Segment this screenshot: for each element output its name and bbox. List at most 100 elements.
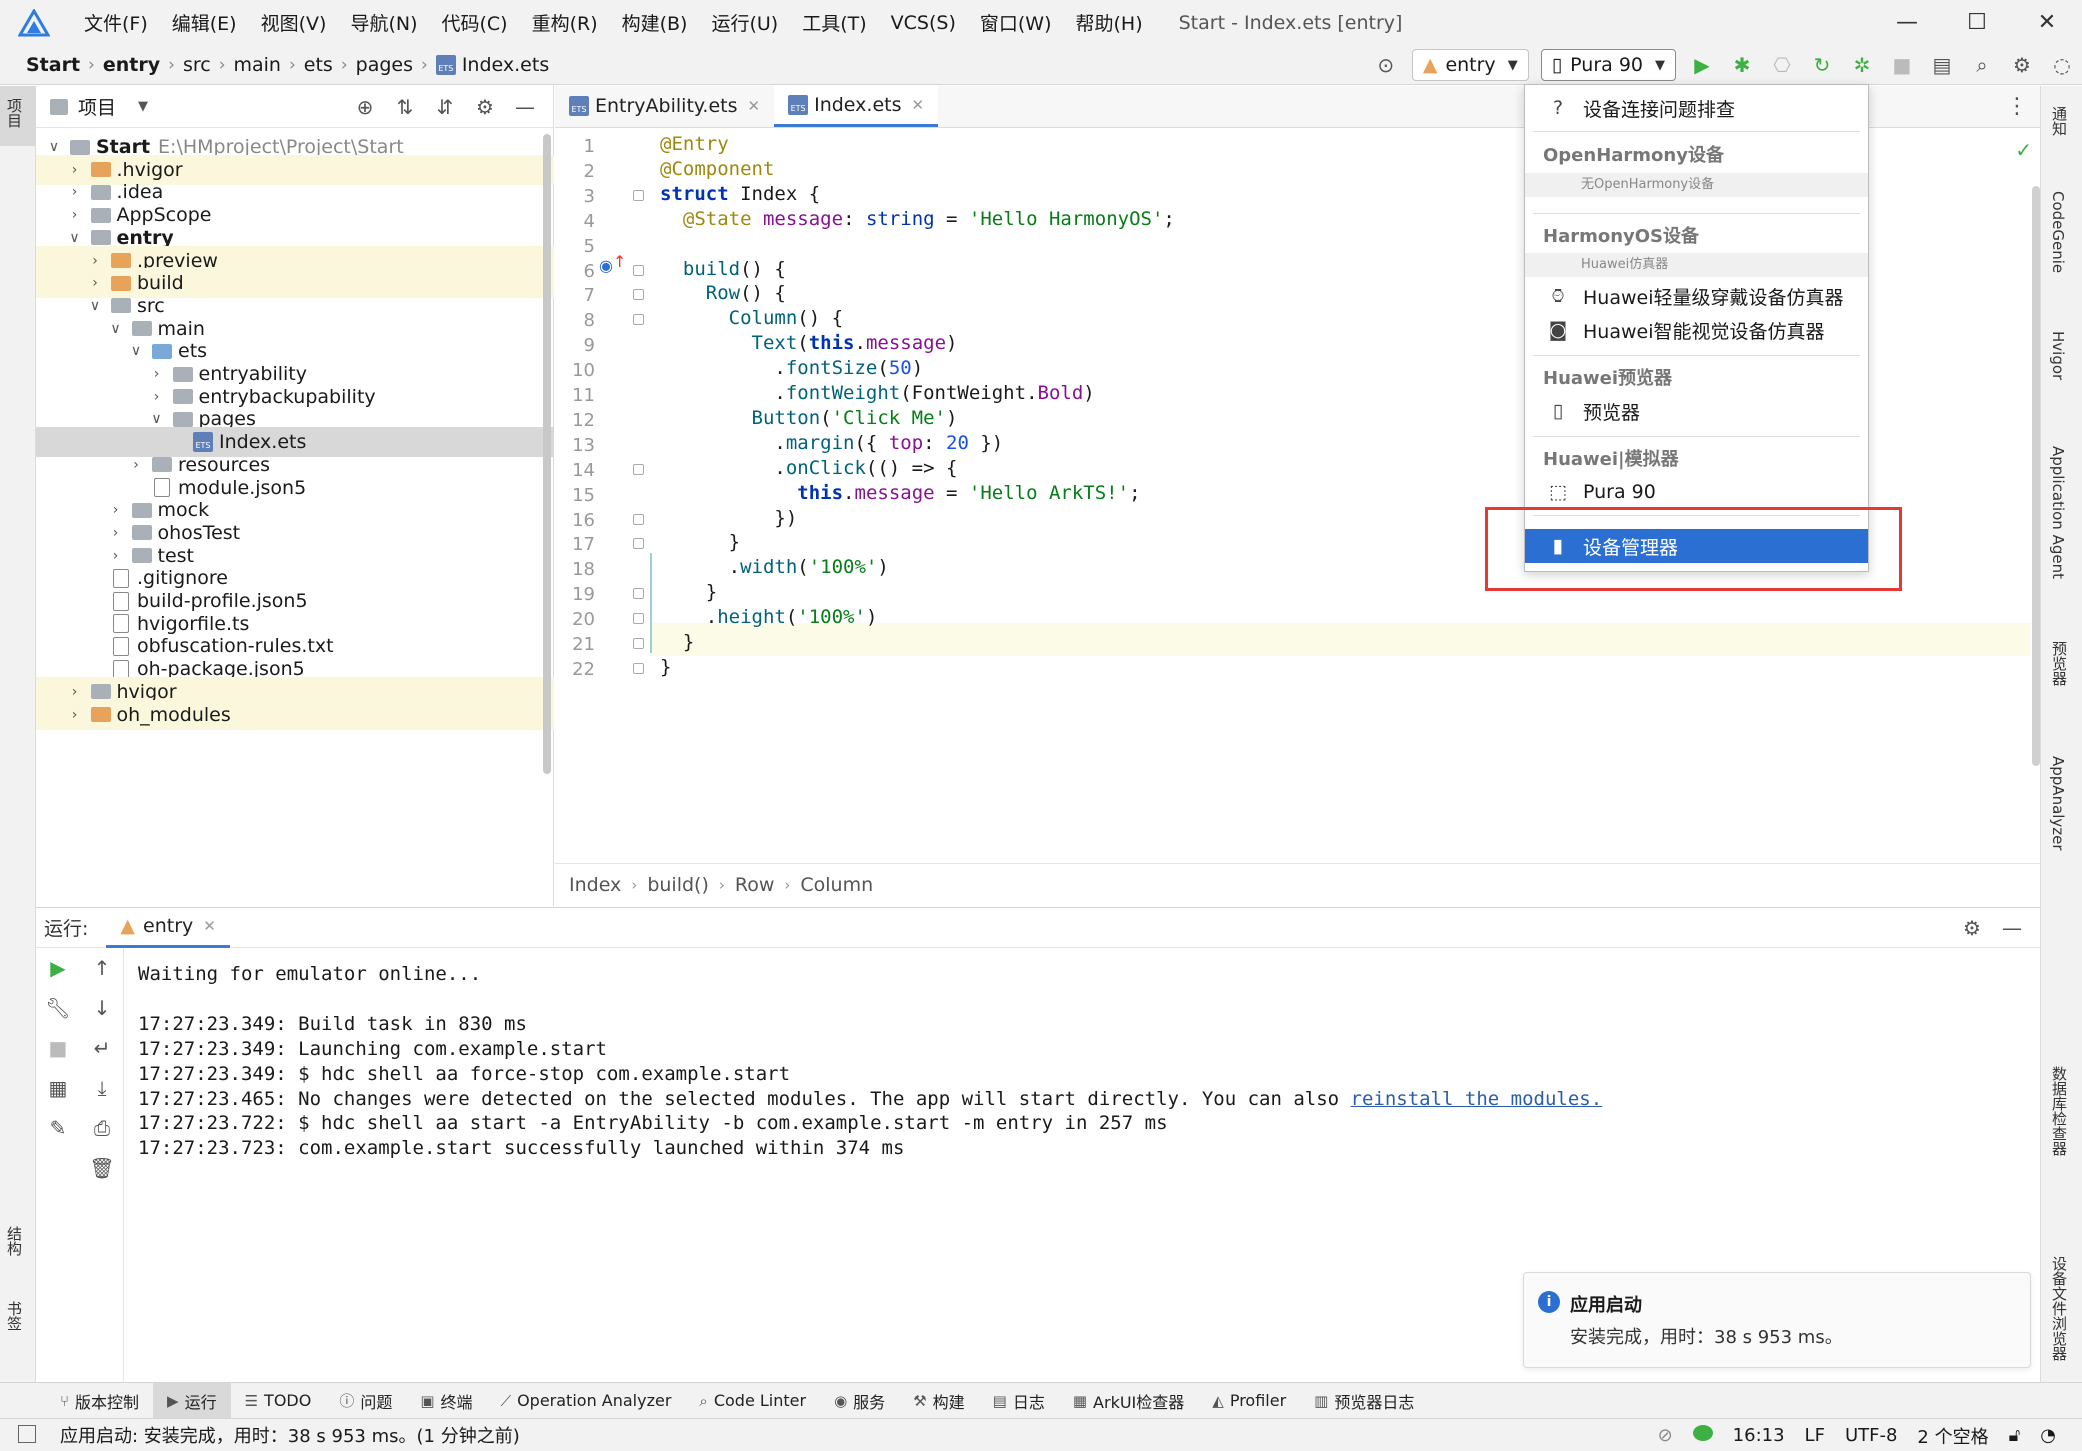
pura-90-item[interactable]: ⬚ Pura 90 [1525, 475, 1868, 509]
right-tool-tab[interactable]: 预览器 [2049, 641, 2070, 686]
account-icon[interactable]: ◌ [2042, 45, 2082, 85]
arrow-down-icon[interactable]: ↓ [80, 988, 124, 1028]
menu-item[interactable]: 运行(U) [699, 9, 790, 36]
chevron-down-icon[interactable]: ∨ [44, 139, 64, 155]
collapse-all-icon[interactable]: ⇵ [425, 95, 465, 119]
scroll-to-end-icon[interactable]: ⤓ [80, 1068, 124, 1108]
chevron-right-icon[interactable]: › [126, 457, 146, 473]
menu-item[interactable]: 导航(N) [338, 9, 429, 36]
line-ending[interactable]: LF [1795, 1425, 1835, 1446]
pin-icon[interactable]: ✎ [36, 1108, 80, 1148]
right-tool-tab[interactable]: AppAnalyzer [2049, 756, 2067, 851]
gear-icon[interactable]: ⚙ [465, 95, 505, 119]
fold-icon[interactable] [633, 538, 644, 550]
project-tool-tab[interactable]: 项目 [4, 98, 25, 128]
editor-breadcrumb-item[interactable]: Column [800, 874, 873, 896]
caret-position[interactable]: 16:13 [1723, 1425, 1795, 1446]
breadcrumb-file[interactable]: ETS Index.ets [430, 54, 555, 76]
chevron-down-icon[interactable]: ∨ [65, 230, 85, 246]
chevron-right-icon[interactable]: › [106, 548, 126, 564]
menu-item[interactable]: 重构(R) [520, 9, 610, 36]
fold-icon[interactable] [633, 289, 644, 301]
expand-all-icon[interactable]: ⇅ [385, 95, 425, 119]
vision-simulator-item[interactable]: ◙ Huawei智能视觉设备仿真器 [1525, 313, 1868, 347]
arrow-up-icon[interactable]: ↑ [80, 948, 124, 988]
module-combo[interactable]: ▲ entry ▼ [1411, 49, 1529, 81]
tool-window-button[interactable]: ▦ ArkUI检查器 [1059, 1383, 1198, 1419]
more-icon[interactable]: ⋮ [2006, 94, 2028, 119]
power-save-icon[interactable]: ⊘ [1648, 1425, 1683, 1446]
breadcrumb-pages[interactable]: pages [350, 54, 419, 76]
chevron-right-icon[interactable]: › [106, 525, 126, 541]
menu-item[interactable]: 编辑(E) [160, 9, 249, 36]
search-icon[interactable]: ⌕ [1962, 45, 2002, 85]
chevron-right-icon[interactable]: › [65, 184, 85, 200]
structure-tool-tab[interactable]: 结构 [4, 1226, 25, 1256]
chevron-down-icon[interactable]: ▼ [138, 99, 148, 114]
tool-window-button[interactable]: ▥ 预览器日志 [1300, 1383, 1428, 1419]
menu-item[interactable]: VCS(S) [879, 12, 968, 34]
right-tool-tab[interactable]: CodeGenie [2049, 191, 2067, 273]
profile-icon[interactable]: ✲ [1842, 45, 1882, 85]
chevron-right-icon[interactable]: › [65, 162, 85, 178]
right-tool-tab[interactable]: 通知 [2049, 106, 2070, 136]
right-tool-tab[interactable]: 设备文件浏览器 [2049, 1256, 2070, 1361]
project-structure-icon[interactable]: ▤ [1922, 45, 1962, 85]
breadcrumb-module[interactable]: entry [97, 54, 166, 76]
menu-item[interactable]: 视图(V) [249, 9, 339, 36]
troubleshoot-item[interactable]: ? 设备连接问题排查 [1525, 91, 1868, 125]
print-icon[interactable]: ⎙ [80, 1108, 124, 1148]
menu-item[interactable]: 文件(F) [72, 9, 160, 36]
fold-icon[interactable] [633, 314, 644, 326]
tool-window-button[interactable]: ◭ Profiler [1198, 1383, 1300, 1419]
wearable-simulator-item[interactable]: ⌚︎ Huawei轻量级穿戴设备仿真器 [1525, 279, 1868, 313]
editor-breadcrumb-item[interactable]: Row [735, 874, 775, 896]
rerun-icon[interactable]: ▶ [36, 948, 80, 988]
target-icon[interactable]: ⊙ [1366, 45, 1406, 85]
locate-icon[interactable]: ⊕ [345, 95, 385, 119]
fold-icon[interactable] [633, 264, 644, 276]
device-combo[interactable]: ▯ Pura 90 ▼ [1540, 49, 1676, 81]
project-scrollbar[interactable] [543, 134, 551, 774]
maximize-icon[interactable]: ☐ [1942, 0, 2012, 45]
hide-icon[interactable]: — [505, 95, 545, 119]
breadcrumb-src[interactable]: src [177, 54, 217, 76]
menu-item[interactable]: 构建(B) [610, 9, 700, 36]
fold-icon[interactable] [633, 463, 644, 475]
chevron-down-icon[interactable]: ∨ [106, 321, 126, 337]
tool-window-button[interactable]: ⑂ 版本控制 [46, 1383, 153, 1419]
fold-icon[interactable] [633, 662, 644, 674]
indent-setting[interactable]: 2 个空格 [1907, 1423, 1998, 1449]
breadcrumb-project[interactable]: Start [20, 54, 86, 76]
tree-item[interactable]: › oh_modules [36, 699, 554, 730]
tool-window-button[interactable]: ▣ 终端 [406, 1383, 486, 1419]
menu-item[interactable]: 代码(C) [429, 9, 519, 36]
override-marker-icon[interactable]: ◉ [599, 256, 613, 275]
reinstall-modules-link[interactable]: reinstall the modules. [1351, 1088, 1603, 1110]
tab-index[interactable]: ETS Index.ets ✕ [774, 85, 939, 127]
chevron-right-icon[interactable]: › [85, 275, 105, 291]
chevron-right-icon[interactable]: › [147, 366, 167, 382]
chevron-right-icon[interactable]: › [106, 502, 126, 518]
tool-window-button[interactable]: ⓘ 问题 [325, 1383, 406, 1419]
gear-icon[interactable]: ⚙ [2002, 45, 2042, 85]
editor-scrollbar[interactable] [2032, 186, 2040, 766]
rerun-icon[interactable]: ↻ [1802, 45, 1842, 85]
no-problems-icon[interactable]: ✓ [2015, 138, 2032, 162]
tool-window-button[interactable]: ☰ TODO [231, 1383, 326, 1419]
chevron-right-icon[interactable]: › [65, 707, 85, 723]
chevron-down-icon[interactable]: ∨ [126, 343, 146, 359]
fold-icon[interactable] [633, 189, 644, 201]
close-icon[interactable]: ✕ [748, 97, 761, 115]
right-tool-tab[interactable]: Application Agent [2049, 446, 2067, 579]
wrench-icon[interactable]: 🔧︎ [36, 988, 80, 1028]
right-tool-tab[interactable]: Hvigor [2049, 331, 2067, 380]
close-icon[interactable]: ✕ [911, 96, 924, 114]
menu-item[interactable]: 窗口(W) [968, 9, 1064, 36]
memory-icon[interactable]: ◔ [2030, 1425, 2066, 1446]
status-message[interactable]: 应用启动: 安装完成，用时：38 s 953 ms。(1 分钟之前) [60, 1422, 520, 1448]
previewer-item[interactable]: ▯ 预览器 [1525, 394, 1868, 428]
chevron-right-icon[interactable]: › [65, 207, 85, 223]
close-icon[interactable]: ✕ [2012, 0, 2082, 45]
code-line[interactable]: } [660, 651, 671, 684]
